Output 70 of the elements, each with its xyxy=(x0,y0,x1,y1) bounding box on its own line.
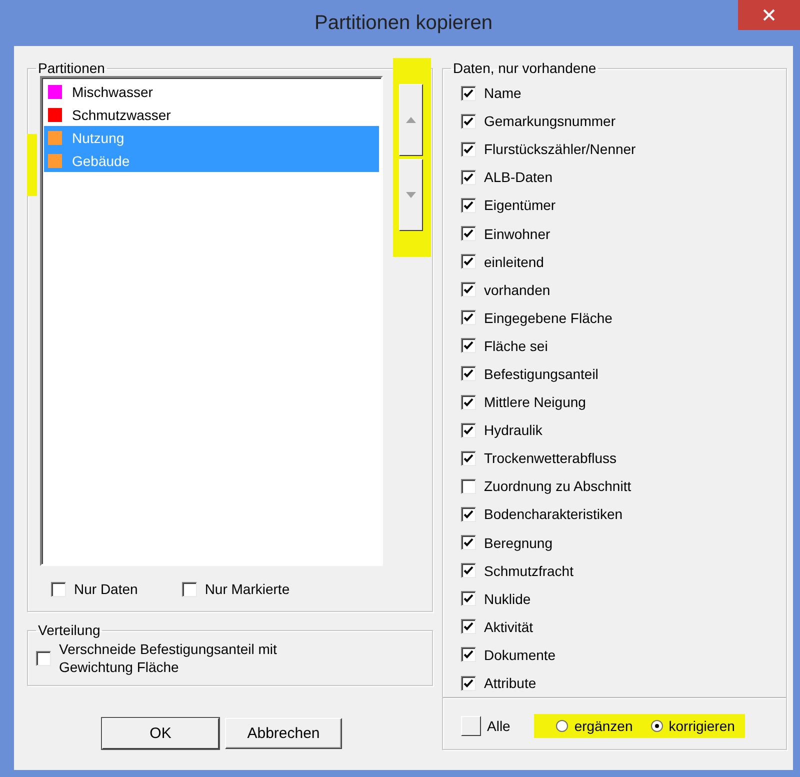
highlight-mark xyxy=(27,134,37,196)
down-arrow-icon xyxy=(406,192,416,198)
dialog-button[interactable]: OK xyxy=(102,718,219,749)
checkbox-label: Fläche sei xyxy=(484,338,548,354)
checkbox-label: Nur Markierte xyxy=(204,581,290,597)
list-item[interactable]: Mischwasser xyxy=(44,80,379,103)
checkbox[interactable] xyxy=(461,86,476,101)
group-title: Partitionen xyxy=(37,60,106,76)
checkbox[interactable] xyxy=(461,366,476,382)
checkbox-label: Nur Daten xyxy=(74,581,138,597)
group-title: Daten, nur vorhandene xyxy=(452,60,598,76)
move-down-button[interactable] xyxy=(399,159,423,231)
close-icon xyxy=(763,9,775,21)
checkbox[interactable] xyxy=(461,478,476,494)
list-item[interactable]: Schmutzwasser xyxy=(44,103,379,126)
checkbox[interactable] xyxy=(461,394,476,410)
checkbox-label: Schmutzfracht xyxy=(484,562,574,579)
checkbox-label: Bodencharakteristiken xyxy=(484,506,623,522)
checkbox-label: Einwohner xyxy=(484,226,550,242)
checkbox[interactable] xyxy=(461,226,476,242)
checkbox-label: Eigentümer xyxy=(484,197,556,214)
checkbox-label: Beregnung xyxy=(484,534,553,551)
checkbox-label: Verschneide Befestigungsanteil mit Gewichtung Fläche xyxy=(59,640,278,676)
checkbox[interactable] xyxy=(182,582,197,596)
checkbox-label: Zuordnung zu Abschnitt xyxy=(484,478,632,494)
checkbox[interactable] xyxy=(461,254,476,270)
checkbox-label: vorhanden xyxy=(484,282,550,298)
checkbox[interactable] xyxy=(36,650,51,666)
checkbox-label: Gemarkungsnummer xyxy=(484,113,616,130)
checkbox[interactable] xyxy=(461,142,476,157)
checkbox-label: Mittlere Neigung xyxy=(484,394,586,410)
checkbox[interactable] xyxy=(461,647,476,662)
radio-label: korrigieren xyxy=(668,718,735,734)
up-arrow-icon xyxy=(406,117,416,123)
radio-button[interactable] xyxy=(650,720,663,732)
dialog-button[interactable]: Abbrechen xyxy=(225,718,342,749)
radio-button[interactable] xyxy=(556,720,568,732)
checkbox[interactable] xyxy=(461,170,476,185)
checkbox[interactable] xyxy=(461,591,476,606)
checkbox-label: Trockenwetterabfluss xyxy=(484,450,617,466)
checkbox-label: Eingegebene Fläche xyxy=(484,310,612,326)
checkbox[interactable] xyxy=(461,198,476,213)
checkbox-label: Hydraulik xyxy=(484,422,542,438)
checkbox-label: ALB-Daten xyxy=(484,169,552,186)
close-button[interactable] xyxy=(738,0,800,30)
move-up-button[interactable] xyxy=(399,84,423,156)
checkbox[interactable] xyxy=(461,676,476,691)
checkbox-label: Name xyxy=(484,85,522,102)
checkbox[interactable] xyxy=(461,338,476,354)
checkbox-label: Dokumente xyxy=(484,646,556,663)
checkbox[interactable] xyxy=(461,114,476,129)
checkbox[interactable] xyxy=(461,619,476,634)
checkbox-label: Flurstückszähler/Nenner xyxy=(484,141,636,158)
checkbox[interactable] xyxy=(461,310,476,326)
checkbox-label: Nuklide xyxy=(484,590,531,607)
checkbox[interactable] xyxy=(461,450,476,466)
group-title: Verteilung xyxy=(37,622,102,638)
checkbox-label: Alle xyxy=(487,718,510,734)
checkbox[interactable] xyxy=(51,582,66,596)
window-title: Partitionen kopieren xyxy=(314,12,492,34)
checkbox[interactable] xyxy=(461,506,476,522)
checkbox[interactable] xyxy=(461,282,476,298)
checkbox-label: Befestigungsanteil xyxy=(484,366,598,382)
checkbox-label: einleitend xyxy=(484,254,544,270)
checkbox-label: Aktivität xyxy=(484,618,534,635)
checkbox[interactable] xyxy=(461,422,476,438)
checkbox[interactable] xyxy=(461,563,476,578)
checkbox-label: Attribute xyxy=(484,675,536,692)
checkbox[interactable] xyxy=(461,535,476,550)
radio-label: ergänzen xyxy=(574,718,633,734)
